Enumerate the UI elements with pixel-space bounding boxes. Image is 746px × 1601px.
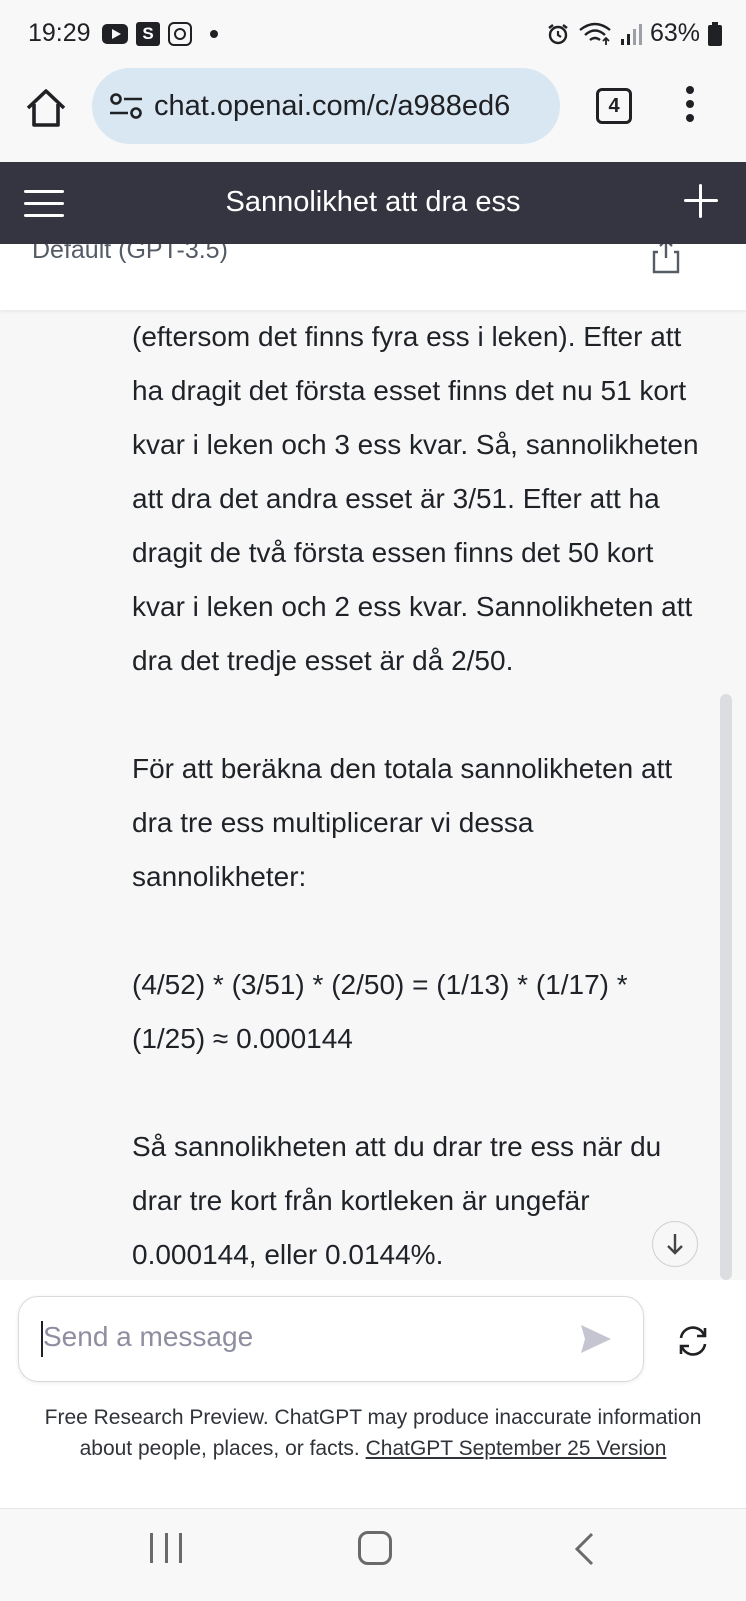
model-name: Default (GPT-3.5): [32, 244, 228, 264]
back-icon[interactable]: [572, 1531, 596, 1567]
status-bar: 19:29 S 63%: [0, 0, 746, 68]
message-input-placeholder[interactable]: Send a message: [43, 1321, 253, 1353]
instagram-icon: [168, 22, 192, 46]
share-icon[interactable]: [652, 244, 680, 274]
nav-home-icon[interactable]: [358, 1531, 392, 1565]
send-icon[interactable]: [579, 1323, 613, 1355]
system-nav-bar: [0, 1508, 746, 1601]
chat-header: Sannolikhet att dra ess: [0, 162, 746, 244]
s-app-icon: S: [136, 22, 160, 46]
youtube-icon: [102, 24, 128, 44]
composer: Send a message Free Research Preview. Ch…: [0, 1280, 746, 1508]
message-input[interactable]: Send a message: [18, 1296, 644, 1382]
scrollbar[interactable]: [720, 694, 732, 1280]
version-link[interactable]: ChatGPT September 25 Version: [366, 1437, 667, 1460]
tab-switcher-button[interactable]: 4: [596, 88, 632, 124]
status-time: 19:29: [28, 19, 91, 47]
chat-messages: (eftersom det finns fyra ess i leken). E…: [0, 310, 746, 1280]
status-notification-icons: S: [102, 22, 218, 46]
battery-percent: 63%: [649, 19, 700, 47]
recent-apps-icon[interactable]: [150, 1533, 182, 1563]
site-settings-icon[interactable]: [108, 90, 144, 122]
new-chat-plus-icon[interactable]: [684, 184, 718, 218]
assistant-message: (eftersom det finns fyra ess i leken). E…: [132, 310, 702, 1280]
regenerate-icon[interactable]: [676, 1324, 710, 1358]
battery-icon: [708, 21, 722, 46]
url-text[interactable]: chat.openai.com/c/a988ed6: [154, 90, 554, 123]
address-bar[interactable]: chat.openai.com/c/a988ed6: [92, 68, 560, 144]
signal-icon: [620, 23, 642, 45]
browser-toolbar: chat.openai.com/c/a988ed6 4: [0, 68, 746, 160]
alarm-icon: [548, 23, 568, 44]
notification-dot-icon: [210, 30, 218, 38]
more-menu-icon[interactable]: [680, 86, 700, 130]
wifi-icon: [579, 22, 611, 45]
scroll-down-arrow-icon[interactable]: [652, 1221, 698, 1267]
message-paragraph: (eftersom det finns fyra ess i leken). E…: [132, 321, 699, 676]
status-system-icons: 63%: [546, 19, 722, 48]
chat-title: Sannolikhet att dra ess: [225, 186, 521, 218]
home-icon[interactable]: [24, 86, 68, 130]
disclaimer: Free Research Preview. ChatGPT may produ…: [20, 1402, 726, 1464]
message-paragraph: Så sannolikheten att du drar tre ess när…: [132, 1131, 662, 1270]
message-paragraph: (4/52) * (3/51) * (2/50) = (1/13) * (1/1…: [132, 969, 628, 1054]
message-paragraph: För att beräkna den totala sannolikheten…: [132, 753, 673, 892]
model-row: Default (GPT-3.5): [0, 244, 746, 310]
